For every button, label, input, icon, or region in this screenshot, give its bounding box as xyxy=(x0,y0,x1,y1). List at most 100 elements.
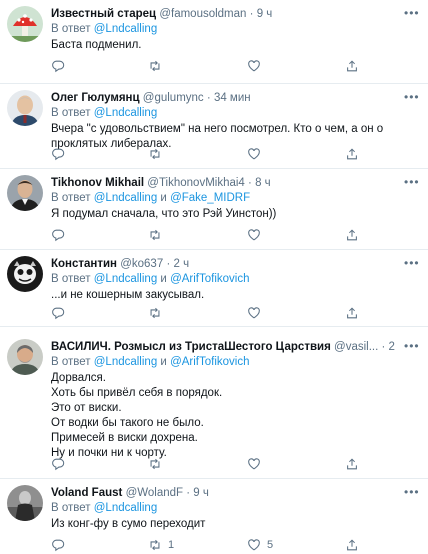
retweet-icon xyxy=(150,458,160,470)
separator-dot: · xyxy=(186,487,191,499)
mention-link[interactable]: @Lndcalling xyxy=(94,192,157,204)
avatar[interactable] xyxy=(7,339,43,375)
avatar-image xyxy=(7,485,43,521)
tweet-text-line: От водки бы такого не было. xyxy=(51,417,204,429)
like-button[interactable] xyxy=(247,305,267,321)
retweet-button[interactable] xyxy=(148,58,168,74)
avatar-image xyxy=(7,175,43,211)
separator-dot: · xyxy=(381,341,386,353)
tweet-actions xyxy=(51,456,361,472)
share-button[interactable] xyxy=(345,227,359,243)
tweet-actions xyxy=(51,146,361,162)
tweet-text-line: ...и не кошерным закусывал. xyxy=(51,289,205,301)
like-icon xyxy=(248,229,260,241)
more-icon[interactable]: ••• xyxy=(404,257,419,272)
more-icon[interactable]: ••• xyxy=(404,91,419,106)
like-icon xyxy=(248,148,260,160)
reply-button[interactable] xyxy=(51,58,65,74)
mention-link[interactable]: @ArifTofikovich xyxy=(170,273,249,285)
reply-button[interactable] xyxy=(51,456,65,472)
mention-link[interactable]: @Fake_MIDRF xyxy=(170,192,250,204)
mention-link[interactable]: @Lndcalling xyxy=(94,107,157,119)
share-icon xyxy=(347,229,357,241)
retweet-button[interactable] xyxy=(148,456,168,472)
reply-button[interactable] xyxy=(51,227,65,243)
like-button[interactable]: 5 xyxy=(247,537,273,553)
retweet-button[interactable]: 1 xyxy=(148,537,174,553)
tweet-text: ...и не кошерным закусывал. xyxy=(51,288,416,303)
retweet-icon xyxy=(150,229,160,241)
reply-icon xyxy=(52,60,65,73)
more-icon[interactable]: ••• xyxy=(404,7,419,22)
user-handle[interactable]: @vasil... xyxy=(334,341,378,353)
like-button[interactable] xyxy=(247,146,267,162)
avatar[interactable] xyxy=(7,175,43,211)
retweet-button[interactable] xyxy=(148,305,168,321)
display-name[interactable]: Известный старец xyxy=(51,8,156,20)
display-name[interactable]: Константин xyxy=(51,258,117,270)
timestamp[interactable]: 34 мин xyxy=(214,92,251,104)
tweet[interactable]: Известный старец @famousoldman · 9 ч •••… xyxy=(0,0,428,84)
mention-link[interactable]: @ArifTofikovich xyxy=(170,356,249,368)
user-handle[interactable]: @ko637 xyxy=(120,258,163,270)
avatar[interactable] xyxy=(7,256,43,292)
mention-link[interactable]: @Lndcalling xyxy=(94,356,157,368)
user-handle[interactable]: @famousoldman xyxy=(159,8,246,20)
display-name[interactable]: ВАСИЛИЧ. Розмысл из ТристаШестого Царств… xyxy=(51,341,331,353)
tweet-text-line: Я подумал сначала, что это Рэй Уинстон)) xyxy=(51,208,277,220)
share-button[interactable] xyxy=(345,537,359,553)
tweet-text: Баста подменил. xyxy=(51,38,416,53)
conjunction: и xyxy=(160,192,167,204)
retweet-button[interactable] xyxy=(148,227,168,243)
tweet-text-line: Вчера "с удовольствием" на него посмотре… xyxy=(51,123,384,135)
avatar[interactable] xyxy=(7,90,43,126)
timestamp[interactable]: 9 ч xyxy=(193,487,209,499)
tweet[interactable]: Voland Faust @WolandF · 9 ч ••• В ответ … xyxy=(0,479,428,554)
reply-button[interactable] xyxy=(51,305,65,321)
reply-button[interactable] xyxy=(51,537,65,553)
separator-dot: · xyxy=(249,8,254,20)
timestamp[interactable]: 8 ч xyxy=(255,177,271,189)
retweet-icon xyxy=(150,307,160,319)
replying-to: В ответ @Lndcalling и @Fake_MIDRF xyxy=(51,191,250,206)
mention-link[interactable]: @Lndcalling xyxy=(94,23,157,35)
like-button[interactable] xyxy=(247,58,267,74)
avatar-image xyxy=(7,256,43,292)
reply-button[interactable] xyxy=(51,146,65,162)
more-icon[interactable]: ••• xyxy=(404,176,419,191)
like-button[interactable] xyxy=(247,456,267,472)
conjunction: и xyxy=(160,356,167,368)
like-button[interactable] xyxy=(247,227,267,243)
avatar[interactable] xyxy=(7,6,43,42)
share-button[interactable] xyxy=(345,146,359,162)
mention-link[interactable]: @Lndcalling xyxy=(94,273,157,285)
tweet-actions xyxy=(51,58,361,74)
tweet-text: Из конг-фу в сумо переходит xyxy=(51,517,416,532)
tweet-header: Константин @ko637 · 2 ч xyxy=(51,256,398,272)
avatar[interactable] xyxy=(7,485,43,521)
tweet-text-line: Это от виски. xyxy=(51,402,122,414)
avatar-image xyxy=(7,339,43,375)
tweet-actions xyxy=(51,305,361,321)
tweet-text-line: Дорвался. xyxy=(51,372,106,384)
share-button[interactable] xyxy=(345,58,359,74)
more-icon[interactable]: ••• xyxy=(404,340,419,355)
reply-prefix: В ответ xyxy=(51,356,91,368)
timestamp[interactable]: 9 ч xyxy=(257,8,273,20)
share-button[interactable] xyxy=(345,456,359,472)
display-name[interactable]: Tikhonov Mikhail xyxy=(51,177,144,189)
user-handle[interactable]: @WolandF xyxy=(126,487,183,499)
tweet-text-line: Из конг-фу в сумо переходит xyxy=(51,518,206,530)
timestamp[interactable]: 2 ч xyxy=(389,341,398,353)
display-name[interactable]: Олег Гюлумянц xyxy=(51,92,140,104)
user-handle[interactable]: @TikhonovMikhai4 xyxy=(147,177,245,189)
mention-link[interactable]: @Lndcalling xyxy=(94,502,157,514)
share-button[interactable] xyxy=(345,305,359,321)
separator-dot: · xyxy=(206,92,211,104)
retweet-button[interactable] xyxy=(148,146,168,162)
timestamp[interactable]: 2 ч xyxy=(173,258,189,270)
more-icon[interactable]: ••• xyxy=(404,486,419,501)
display-name[interactable]: Voland Faust xyxy=(51,487,122,499)
user-handle[interactable]: @gulumync xyxy=(143,92,204,104)
replying-to: В ответ @Lndcalling и @ArifTofikovich xyxy=(51,272,249,287)
